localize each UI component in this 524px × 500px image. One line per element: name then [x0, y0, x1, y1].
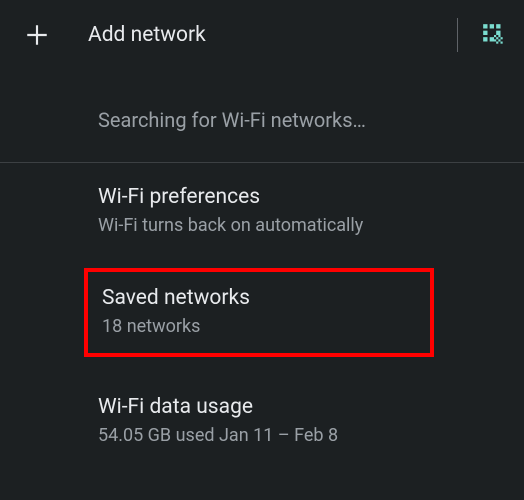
searching-text: Searching for Wi-Fi networks…: [98, 108, 366, 132]
wifi-preferences-item[interactable]: Wi-Fi preferences Wi-Fi turns back on au…: [0, 163, 524, 258]
qr-scan-icon[interactable]: [480, 21, 508, 49]
searching-row: Searching for Wi-Fi networks…: [0, 70, 524, 162]
add-network-row[interactable]: Add network: [0, 0, 524, 70]
add-network-label: Add network: [88, 23, 447, 47]
wifi-preferences-subtitle: Wi-Fi turns back on automatically: [98, 215, 508, 236]
saved-networks-title: Saved networks: [102, 286, 416, 310]
vertical-divider: [457, 18, 458, 52]
saved-networks-subtitle: 18 networks: [102, 316, 416, 337]
saved-networks-item[interactable]: Saved networks 18 networks: [84, 268, 434, 357]
wifi-data-usage-item[interactable]: Wi-Fi data usage 54.05 GB used Jan 11 – …: [0, 373, 524, 468]
plus-icon: [22, 20, 52, 50]
wifi-preferences-title: Wi-Fi preferences: [98, 185, 508, 209]
wifi-data-usage-subtitle: 54.05 GB used Jan 11 – Feb 8: [98, 425, 508, 446]
wifi-data-usage-title: Wi-Fi data usage: [98, 395, 508, 419]
